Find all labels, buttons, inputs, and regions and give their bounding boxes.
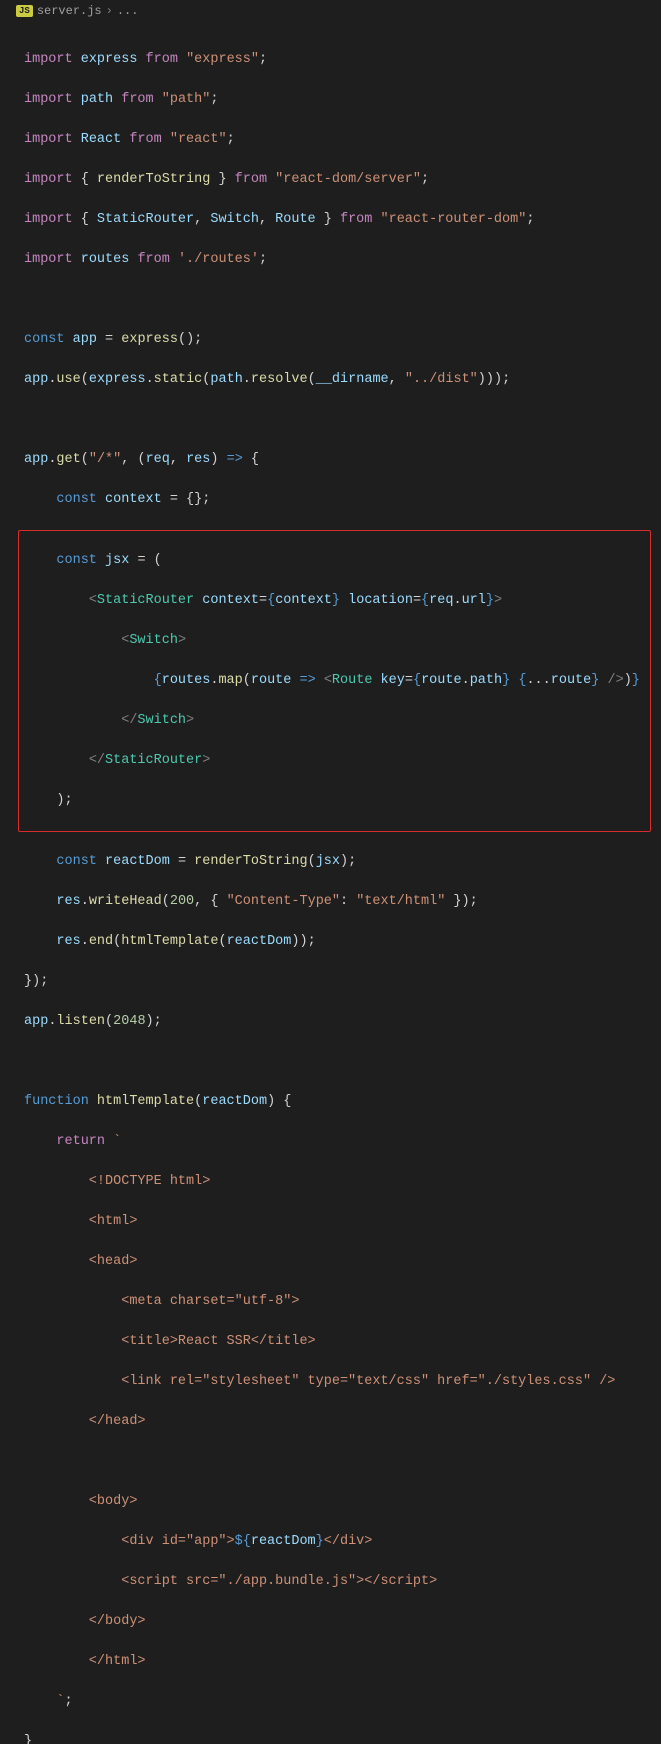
code-line[interactable]: ); xyxy=(24,791,644,811)
js-file-icon: JS xyxy=(16,5,33,17)
code-line[interactable]: <!DOCTYPE html> xyxy=(24,1172,661,1192)
code-line[interactable] xyxy=(24,1452,661,1472)
code-line[interactable]: import { StaticRouter, Switch, Route } f… xyxy=(24,210,661,230)
code-line[interactable]: </body> xyxy=(24,1612,661,1632)
code-line[interactable]: function htmlTemplate(reactDom) { xyxy=(24,1092,661,1112)
code-line[interactable]: </html> xyxy=(24,1652,661,1672)
code-line[interactable]: return ` xyxy=(24,1132,661,1152)
code-line[interactable]: const jsx = ( xyxy=(24,551,644,571)
breadcrumb-filename[interactable]: server.js xyxy=(37,4,102,18)
code-line[interactable]: </Switch> xyxy=(24,711,644,731)
code-line[interactable]: const context = {}; xyxy=(24,490,661,510)
code-line[interactable]: app.listen(2048); xyxy=(24,1012,661,1032)
code-line[interactable]: app.use(express.static(path.resolve(__di… xyxy=(24,370,661,390)
code-line[interactable]: }); xyxy=(24,972,661,992)
highlighted-code-block: const jsx = ( <StaticRouter context={con… xyxy=(18,530,651,832)
code-line[interactable]: <html> xyxy=(24,1212,661,1232)
code-line[interactable]: import { renderToString } from "react-do… xyxy=(24,170,661,190)
code-line[interactable]: <body> xyxy=(24,1492,661,1512)
code-line[interactable]: app.get("/*", (req, res) => { xyxy=(24,450,661,470)
code-line[interactable]: <meta charset="utf-8"> xyxy=(24,1292,661,1312)
code-line[interactable]: import path from "path"; xyxy=(24,90,661,110)
code-line[interactable]: `; xyxy=(24,1692,661,1712)
code-line[interactable]: res.end(htmlTemplate(reactDom)); xyxy=(24,932,661,952)
code-line[interactable]: <title>React SSR</title> xyxy=(24,1332,661,1352)
code-line[interactable] xyxy=(24,290,661,310)
code-line[interactable]: import routes from './routes'; xyxy=(24,250,661,270)
code-line[interactable]: import React from "react"; xyxy=(24,130,661,150)
breadcrumb-ellipsis[interactable]: ... xyxy=(117,4,139,18)
code-line[interactable]: <script src="./app.bundle.js"></script> xyxy=(24,1572,661,1592)
code-line[interactable]: </StaticRouter> xyxy=(24,751,644,771)
code-line[interactable]: <StaticRouter context={context} location… xyxy=(24,591,644,611)
breadcrumb[interactable]: JS server.js › ... xyxy=(0,0,661,22)
code-line[interactable]: import express from "express"; xyxy=(24,50,661,70)
code-line[interactable]: } xyxy=(24,1732,661,1744)
code-line[interactable]: {routes.map(route => <Route key={route.p… xyxy=(24,671,644,691)
chevron-right-icon: › xyxy=(106,4,113,18)
code-line[interactable]: <head> xyxy=(24,1252,661,1272)
code-line[interactable]: const app = express(); xyxy=(24,330,661,350)
code-line[interactable]: const reactDom = renderToString(jsx); xyxy=(24,852,661,872)
code-line[interactable]: <Switch> xyxy=(24,631,644,651)
code-line[interactable] xyxy=(24,1052,661,1072)
code-line[interactable]: res.writeHead(200, { "Content-Type": "te… xyxy=(24,892,661,912)
code-editor[interactable]: import express from "express"; import pa… xyxy=(0,22,661,1744)
code-line[interactable]: <div id="app">${reactDom}</div> xyxy=(24,1532,661,1552)
code-line[interactable]: <link rel="stylesheet" type="text/css" h… xyxy=(24,1372,661,1392)
code-line[interactable] xyxy=(24,410,661,430)
code-line[interactable]: </head> xyxy=(24,1412,661,1432)
